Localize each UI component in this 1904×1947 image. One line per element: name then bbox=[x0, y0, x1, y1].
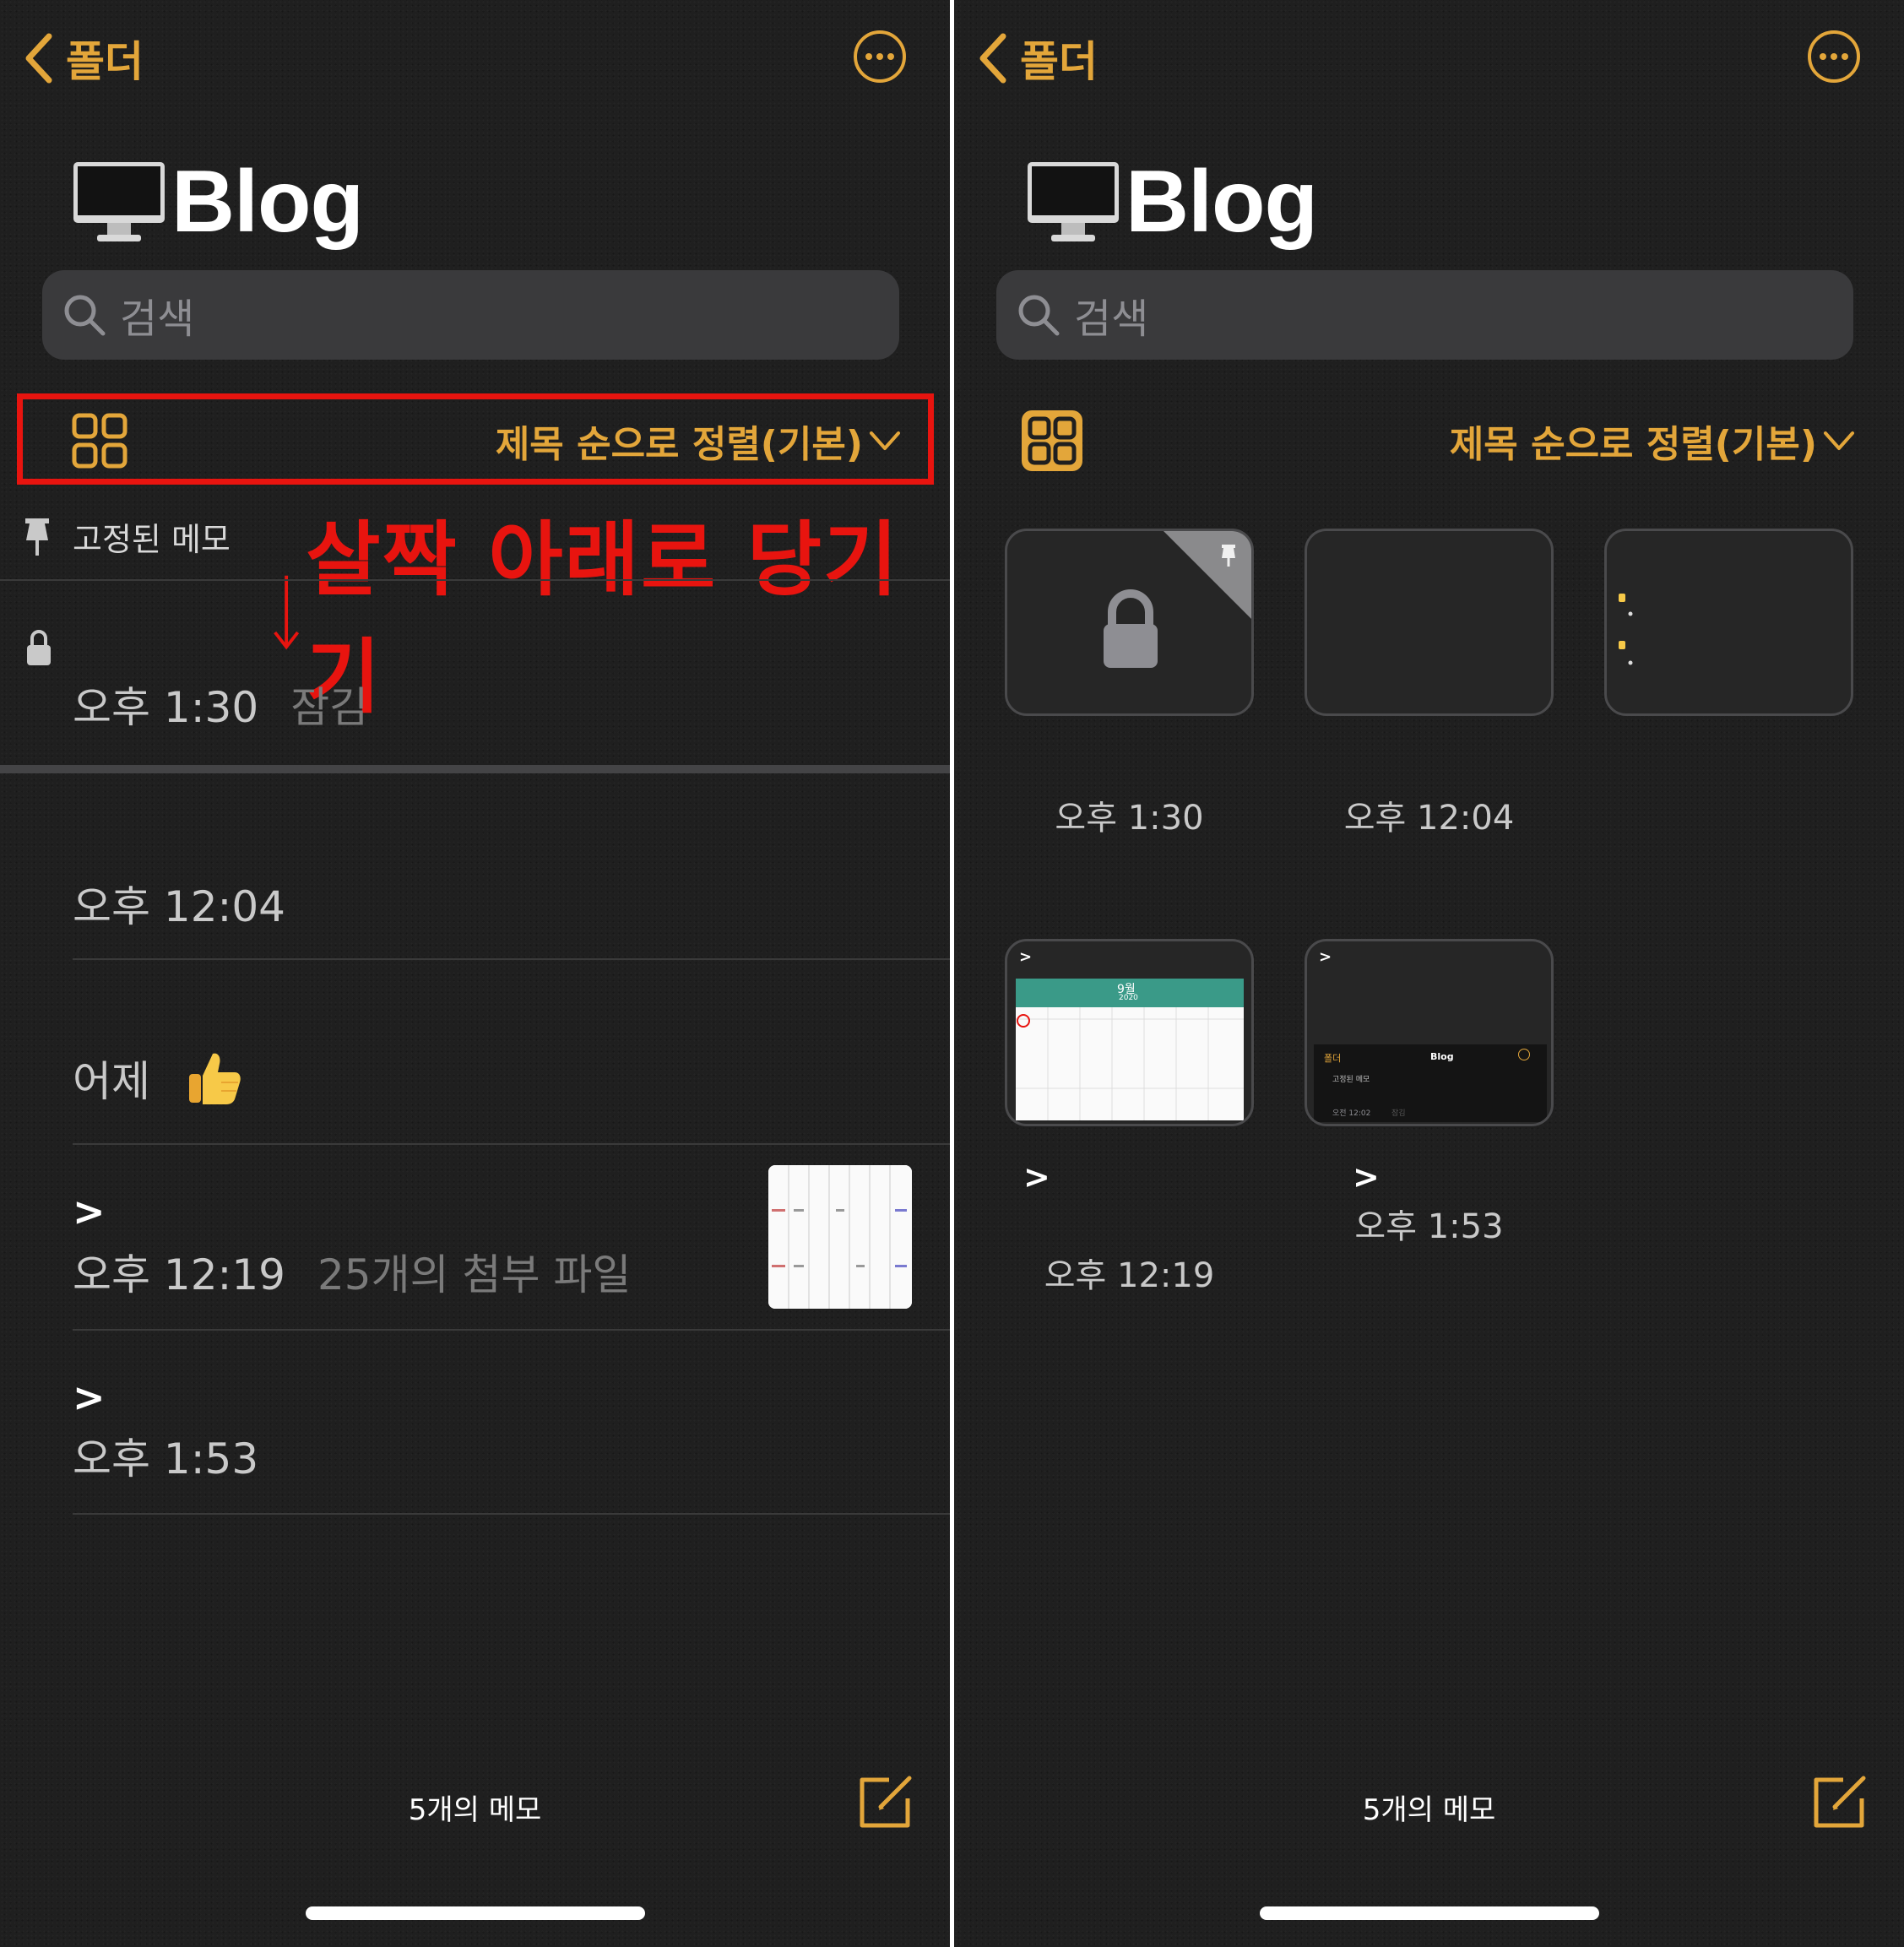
mini-lock: 잠김 bbox=[1391, 1109, 1406, 1118]
note-title: > bbox=[73, 1189, 106, 1234]
note-meta: 오후 12:19 25개의 첨부 파일 bbox=[73, 1241, 631, 1302]
desktop-computer-icon bbox=[73, 161, 165, 241]
mini-more-icon bbox=[1518, 1049, 1530, 1060]
note-detail: 25개의 첨부 파일 bbox=[317, 1250, 632, 1299]
notes-gallery-screen: 폴더 Blog 검색 제목 순으로 정렬(기본) 오후 1:30 오후 12:0… bbox=[954, 0, 1904, 1947]
pinned-label: 고정된 메모 bbox=[73, 521, 231, 558]
ellipsis-circle-icon[interactable] bbox=[1806, 29, 1862, 84]
chevron-left-icon bbox=[25, 33, 52, 84]
calendar-year: 2020 bbox=[1119, 994, 1138, 1002]
sort-label: 제목 순으로 정렬(기본) bbox=[1449, 423, 1817, 466]
search-placeholder: 검색 bbox=[1074, 296, 1149, 343]
calendar-header: 9월 2020 bbox=[1016, 979, 1244, 1007]
note-card[interactable]: > 9월 2020 bbox=[1005, 939, 1254, 1126]
back-label: 폴더 bbox=[1020, 37, 1098, 86]
pin-icon bbox=[25, 518, 49, 556]
note-card[interactable] bbox=[1604, 529, 1853, 716]
note-meta: 오후 1:30 잠김 bbox=[73, 674, 368, 735]
note-detail: 잠김 bbox=[290, 683, 369, 732]
page-title: Blog bbox=[1126, 153, 1318, 251]
thumbs-up-emoji bbox=[189, 1053, 241, 1104]
notes-list-screen: 폴더 Blog 검색 제목 순으로 정렬(기본) 고정된 메모 살짝 아래로 당… bbox=[0, 0, 950, 1947]
card-title: > bbox=[1023, 1158, 1050, 1196]
note-time: 오후 12:04 bbox=[73, 882, 285, 931]
note-count: 5개의 메모 bbox=[408, 1793, 542, 1827]
note-card[interactable] bbox=[1305, 529, 1554, 716]
search-icon bbox=[1018, 295, 1060, 336]
card-title: > bbox=[1353, 1158, 1380, 1196]
chevron-down-icon bbox=[1824, 431, 1854, 450]
calendar-screenshot: 9월 2020 bbox=[1016, 979, 1244, 1120]
back-button[interactable]: 폴더 bbox=[976, 29, 1098, 88]
folder-title: Blog bbox=[72, 152, 364, 252]
chevron-left-icon bbox=[979, 33, 1006, 84]
search-icon bbox=[64, 295, 106, 336]
note-card[interactable]: > 폴더 Blog 고정된 메모 오전 12:02 잠김 bbox=[1305, 939, 1554, 1126]
folder-title: Blog bbox=[1026, 152, 1318, 252]
back-button[interactable]: 폴더 bbox=[22, 29, 144, 88]
home-indicator bbox=[306, 1906, 645, 1920]
ellipsis-circle-icon[interactable] bbox=[852, 29, 908, 84]
card-time: 오후 12:19 bbox=[1044, 1256, 1215, 1295]
lock-icon bbox=[27, 630, 51, 665]
mini-pinned: 고정된 메모 bbox=[1332, 1076, 1370, 1084]
list-item[interactable]: 어제 bbox=[0, 960, 950, 1144]
list-item[interactable]: 오후 12:04 bbox=[0, 773, 950, 959]
calendar-grid bbox=[1016, 1007, 1244, 1120]
attachment-thumbnail bbox=[768, 1165, 912, 1309]
note-count: 5개의 메모 bbox=[1362, 1793, 1496, 1827]
note-time: 오후 1:53 bbox=[73, 1434, 259, 1483]
mini-title: > bbox=[1319, 948, 1332, 966]
mini-time: 오전 12:02 bbox=[1332, 1109, 1371, 1118]
mini-back: 폴더 bbox=[1324, 1053, 1342, 1064]
section-divider bbox=[0, 765, 950, 773]
highlight-box bbox=[17, 393, 934, 485]
home-indicator bbox=[1260, 1906, 1599, 1920]
list-item[interactable]: > 오후 1:53 bbox=[0, 1331, 950, 1515]
search-placeholder: 검색 bbox=[120, 296, 195, 343]
card-time: 오후 1:53 bbox=[1354, 1207, 1504, 1246]
view-toolbar: 제목 순으로 정렬(기본) bbox=[973, 397, 1886, 481]
card-time: 오후 1:30 bbox=[1055, 799, 1204, 838]
compose-icon[interactable] bbox=[1809, 1771, 1870, 1832]
note-title: > bbox=[73, 1375, 106, 1420]
compose-icon[interactable] bbox=[855, 1771, 916, 1832]
mini-title: > bbox=[1019, 948, 1033, 966]
page-title: Blog bbox=[171, 153, 364, 251]
search-field[interactable]: 검색 bbox=[996, 270, 1853, 360]
back-label: 폴더 bbox=[66, 37, 144, 86]
pinned-section-header: 고정된 메모 bbox=[20, 513, 231, 560]
sort-button[interactable]: 제목 순으로 정렬(기본) bbox=[1450, 414, 1856, 468]
desktop-computer-icon bbox=[1028, 161, 1119, 241]
locked-note-preview bbox=[1104, 531, 1251, 668]
search-field[interactable]: 검색 bbox=[42, 270, 899, 360]
note-time: 오후 12:19 bbox=[73, 1250, 285, 1299]
note-meta: 오후 12:04 bbox=[73, 873, 285, 934]
note-meta: 어제 bbox=[73, 1048, 243, 1109]
mini-page-title: Blog bbox=[1430, 1051, 1454, 1062]
note-time: 오후 1:30 bbox=[73, 683, 259, 732]
note-card[interactable] bbox=[1005, 529, 1254, 716]
note-time: 어제 bbox=[73, 1057, 150, 1106]
notes-screenshot: 폴더 Blog 고정된 메모 오전 12:02 잠김 bbox=[1314, 1044, 1547, 1122]
list-item[interactable]: 오후 1:30 잠김 bbox=[0, 581, 950, 767]
gallery-view-icon[interactable] bbox=[1020, 409, 1084, 473]
emoji-note-preview bbox=[1619, 594, 1633, 665]
card-time: 오후 12:04 bbox=[1343, 799, 1515, 838]
divider bbox=[73, 1513, 950, 1515]
note-meta: 오후 1:53 bbox=[73, 1425, 258, 1486]
calendar-thumbnail-image bbox=[768, 1165, 912, 1309]
